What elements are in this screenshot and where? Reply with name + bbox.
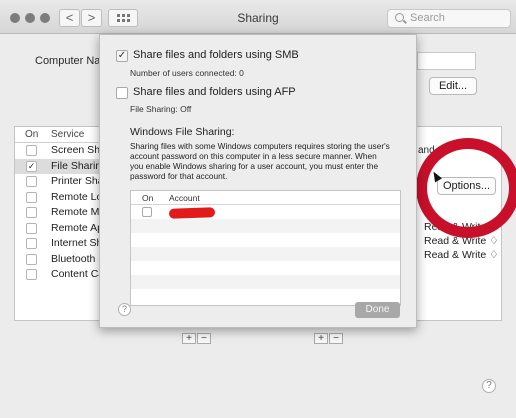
service-checkbox[interactable] bbox=[26, 222, 37, 234]
empty-row bbox=[131, 261, 400, 275]
search-icon bbox=[395, 13, 404, 22]
remove-shared-folder-button[interactable]: − bbox=[197, 333, 211, 344]
empty-row bbox=[131, 289, 400, 303]
service-checkbox[interactable] bbox=[26, 145, 37, 156]
service-checkbox[interactable] bbox=[26, 191, 37, 203]
account-row[interactable] bbox=[131, 205, 400, 219]
service-row[interactable]: Remote Ap bbox=[15, 221, 103, 237]
service-row[interactable]: Screen Sha bbox=[15, 143, 106, 159]
search-field[interactable]: Search bbox=[387, 9, 511, 28]
service-row[interactable]: Internet Sh bbox=[15, 236, 103, 252]
service-checkbox[interactable]: ✓ bbox=[26, 160, 37, 172]
service-label: Remote Ma bbox=[51, 206, 106, 218]
permission-select[interactable]: Read & Write ♢ bbox=[424, 249, 499, 261]
computer-name-label: Computer Na bbox=[35, 55, 101, 67]
add-shared-folder-button[interactable]: + bbox=[182, 333, 196, 344]
annotation-circle bbox=[416, 138, 516, 238]
service-row[interactable]: Remote Log bbox=[15, 190, 108, 206]
service-checkbox[interactable] bbox=[26, 238, 37, 249]
service-checkbox[interactable] bbox=[26, 253, 37, 265]
empty-row bbox=[131, 233, 400, 247]
empty-row bbox=[131, 275, 400, 289]
windows-sharing-heading: Windows File Sharing: bbox=[130, 126, 235, 138]
sheet-help-icon[interactable]: ? bbox=[118, 303, 131, 316]
smb-checkbox[interactable]: ✓ bbox=[116, 50, 128, 62]
accounts-on-header: On bbox=[142, 193, 154, 203]
accounts-account-header: Account bbox=[169, 193, 200, 203]
service-label: Remote Ap bbox=[51, 221, 103, 234]
afp-status: File Sharing: Off bbox=[130, 104, 192, 114]
computer-name-field[interactable] bbox=[417, 52, 476, 70]
empty-row bbox=[131, 247, 400, 261]
service-row[interactable]: Remote Ma bbox=[15, 205, 105, 221]
add-user-button[interactable]: + bbox=[314, 333, 328, 344]
service-label: Internet Sh bbox=[51, 237, 103, 249]
done-button[interactable]: Done bbox=[355, 302, 400, 318]
help-icon[interactable]: ? bbox=[482, 379, 496, 393]
title-bar: < > Sharing Search bbox=[0, 0, 516, 34]
service-row[interactable]: Printer Sha bbox=[15, 174, 104, 190]
afp-label: Share files and folders using AFP bbox=[133, 86, 296, 98]
windows-sharing-description: Sharing files with some Windows computer… bbox=[130, 141, 390, 181]
afp-checkbox[interactable] bbox=[116, 87, 128, 99]
empty-row bbox=[131, 219, 400, 233]
services-list: On Service Screen Sha ✓ File Sharing Prin… bbox=[14, 126, 108, 321]
sharing-window: < > Sharing Search Computer Na Edit... O… bbox=[0, 0, 516, 418]
smb-label: Share files and folders using SMB bbox=[133, 49, 299, 61]
service-label: Content Ca bbox=[51, 268, 105, 280]
redacted-account-name bbox=[168, 207, 216, 219]
file-sharing-options-sheet: ✓ Share files and folders using SMB Numb… bbox=[99, 34, 417, 328]
on-column-header: On bbox=[25, 129, 39, 140]
search-placeholder: Search bbox=[410, 12, 445, 24]
account-checkbox[interactable] bbox=[142, 207, 152, 217]
service-label: Printer Sha bbox=[51, 175, 104, 187]
accounts-header: On Account bbox=[131, 191, 400, 205]
remove-user-button[interactable]: − bbox=[329, 333, 343, 344]
service-row-selected[interactable]: ✓ File Sharing bbox=[15, 158, 107, 174]
service-row[interactable]: Content Ca bbox=[15, 267, 105, 283]
services-header: On Service bbox=[15, 127, 101, 143]
smb-status: Number of users connected: 0 bbox=[130, 68, 244, 78]
service-checkbox[interactable] bbox=[26, 176, 37, 187]
service-label: Bluetooth S bbox=[51, 252, 106, 265]
accounts-table: On Account bbox=[130, 190, 401, 306]
service-checkbox[interactable] bbox=[26, 269, 37, 280]
service-label: Screen Sha bbox=[51, 144, 106, 156]
service-row[interactable]: Bluetooth S bbox=[15, 252, 105, 268]
service-checkbox[interactable] bbox=[26, 207, 37, 218]
edit-button[interactable]: Edit... bbox=[429, 77, 477, 95]
service-column-header: Service bbox=[51, 129, 85, 140]
